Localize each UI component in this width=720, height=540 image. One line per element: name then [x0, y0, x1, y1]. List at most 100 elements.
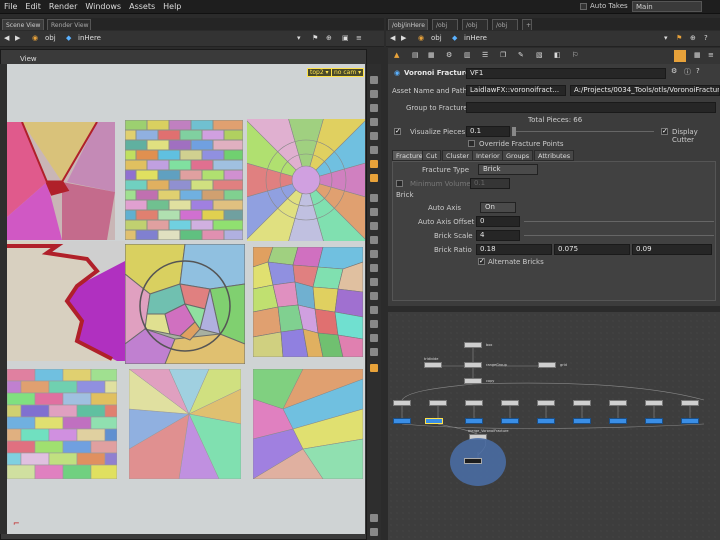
pin-icon[interactable]: ⚑ [312, 34, 318, 45]
tab-cluster[interactable]: Cluster [442, 150, 474, 161]
tab-obj-3[interactable]: /obj [492, 19, 518, 30]
add-tab-button[interactable]: + [522, 19, 532, 30]
right-pin-icon[interactable]: ⚑ [676, 34, 682, 45]
node-vf-5[interactable] [537, 418, 555, 424]
tab-attributes[interactable]: Attributes [534, 150, 575, 161]
node-vf-2-selected[interactable] [425, 418, 443, 424]
brick-ratio-z-field[interactable]: 0.09 [632, 244, 712, 255]
link-views-icon[interactable] [370, 528, 378, 536]
menu-assets[interactable]: Assets [125, 0, 159, 11]
right-forward-arrow-icon[interactable]: ▶ [401, 34, 406, 45]
tab-render-view[interactable]: Render View [47, 19, 91, 30]
param-group-icon[interactable]: ▥ [464, 51, 471, 62]
lock-icon[interactable] [370, 76, 378, 84]
snap-point-icon[interactable] [370, 208, 378, 216]
minimum-volume-checkbox[interactable] [396, 180, 403, 187]
fracture-type-select[interactable]: Brick [478, 164, 538, 175]
brick-scale-slider[interactable] [524, 235, 714, 236]
snap-object-icon[interactable] [370, 292, 378, 300]
param-render-icon[interactable]: ◧ [554, 51, 561, 62]
override-fracture-points-checkbox[interactable] [468, 140, 475, 147]
param-flag-icon[interactable]: ⚐ [572, 51, 578, 62]
tab-cut[interactable]: Cut [422, 150, 442, 161]
snap-grid-icon[interactable] [370, 194, 378, 202]
snapshot-icon[interactable]: ▣ [342, 34, 349, 45]
node-pieces-1[interactable] [393, 400, 411, 406]
textured-icon[interactable] [370, 174, 378, 182]
node-vf-1[interactable] [393, 418, 411, 424]
auto-axis-offset-slider[interactable] [524, 221, 714, 222]
param-list-icon[interactable]: ☰ [482, 51, 488, 62]
node-pieces-7[interactable] [609, 400, 627, 406]
visualize-pieces-slider[interactable] [514, 131, 654, 132]
auto-takes-checkbox[interactable] [580, 3, 587, 10]
menu-render[interactable]: Render [45, 0, 81, 11]
param-more-icon[interactable]: ≡ [708, 51, 714, 62]
minimum-volume-field[interactable]: 0.1 [470, 178, 510, 189]
tab-obj-1[interactable]: /obj [432, 19, 458, 30]
right-path-inhere[interactable]: inHere [464, 34, 487, 45]
snap-origin-icon[interactable] [370, 306, 378, 314]
menu-help[interactable]: Help [159, 0, 185, 11]
display-cutter-checkbox[interactable] [661, 127, 668, 135]
view-top-menu[interactable]: top2 ▾ [307, 68, 332, 77]
visualize-pieces-field[interactable]: 0.1 [466, 126, 510, 137]
node-merge[interactable] [464, 342, 482, 348]
asset-name-field[interactable]: LaidlawFX::voronoifract... [466, 85, 566, 96]
tab-scene-view[interactable]: Scene View [2, 19, 44, 30]
brick-scale-field[interactable]: 4 [476, 230, 520, 241]
node-vf-6[interactable] [573, 418, 591, 424]
param-settings-icon[interactable]: ⚙ [446, 51, 452, 62]
tab-obj-2[interactable]: /obj [462, 19, 488, 30]
camera-menu[interactable]: no cam ▾ [331, 68, 365, 77]
node-settings-icon[interactable]: ⚙ [671, 67, 677, 78]
node-sort[interactable] [464, 378, 482, 384]
display-options-icon[interactable] [370, 90, 378, 98]
auto-axis-offset-field[interactable]: 0 [476, 216, 520, 227]
node-info-icon[interactable]: ⓘ [684, 67, 691, 78]
visualize-pieces-checkbox[interactable] [394, 127, 401, 135]
group-to-fracture-field[interactable] [466, 102, 716, 113]
snap-multi-icon[interactable] [370, 264, 378, 272]
right-help-icon[interactable]: ? [704, 34, 708, 45]
asset-path-field[interactable]: A:/Projects/0034_Tools/otls/VoronoiFract… [570, 85, 720, 96]
param-grid-icon[interactable]: ▦ [694, 51, 701, 62]
display-guides-icon[interactable] [370, 348, 378, 356]
right-path-obj[interactable]: obj [431, 34, 442, 45]
right-link-icon[interactable]: ⊕ [690, 34, 696, 45]
node-vf-4[interactable] [501, 418, 519, 424]
node-help-icon[interactable]: ? [696, 67, 700, 78]
smooth-shaded-icon[interactable] [370, 160, 378, 168]
node-vf-3[interactable] [465, 418, 483, 424]
right-path-dropdown-icon[interactable]: ▾ [664, 34, 668, 45]
desktop-select[interactable]: Main [632, 1, 702, 12]
node-pieces-8[interactable] [645, 400, 663, 406]
render-region-icon[interactable] [370, 364, 378, 372]
menu-windows[interactable]: Windows [81, 0, 125, 11]
auto-axis-select[interactable]: On [480, 202, 516, 213]
right-back-arrow-icon[interactable]: ◀ [390, 34, 395, 45]
param-copy-icon[interactable]: ❐ [500, 51, 506, 62]
param-edit-icon[interactable]: ✎ [518, 51, 524, 62]
pane-menu-icon[interactable]: ≡ [356, 34, 362, 45]
menu-file[interactable]: File [0, 0, 21, 11]
link-icon[interactable]: ⊕ [326, 34, 332, 45]
ghost-icon[interactable] [370, 118, 378, 126]
reference-plane-icon[interactable] [370, 334, 378, 342]
param-folder-icon[interactable]: ▤ [412, 51, 419, 62]
construction-plane-icon[interactable] [370, 320, 378, 328]
snap-edge-icon[interactable] [370, 236, 378, 244]
node-pieces-9[interactable] [681, 400, 699, 406]
network-editor[interactable]: box tridivide rangeGroup grid copy merge… [388, 312, 720, 540]
menu-edit[interactable]: Edit [21, 0, 45, 11]
node-pieces-3[interactable] [465, 400, 483, 406]
shaded-icon[interactable] [370, 146, 378, 154]
tab-obj-inhere[interactable]: /obj/inHere [388, 19, 428, 30]
node-vf-9[interactable] [681, 418, 699, 424]
node-pieces-5[interactable] [537, 400, 555, 406]
path-dropdown-icon[interactable]: ▾ [297, 34, 301, 45]
node-pieces-2[interactable] [429, 400, 447, 406]
param-home-icon[interactable]: ▲ [394, 51, 399, 62]
node-vf-8[interactable] [645, 418, 663, 424]
node-attrcreate[interactable] [424, 362, 442, 368]
